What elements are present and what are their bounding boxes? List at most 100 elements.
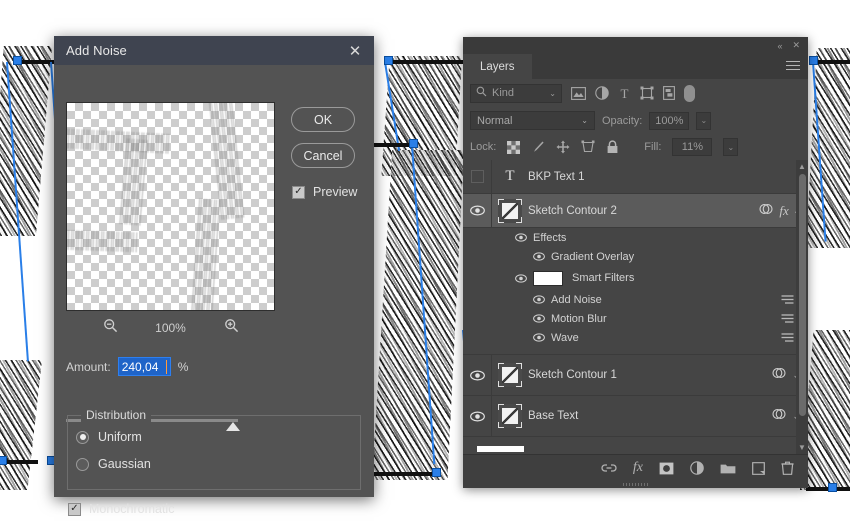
adjustment-layer-filter-icon[interactable] <box>595 86 609 100</box>
preview-checkbox-row[interactable]: ✓ Preview <box>292 185 357 199</box>
add-layer-mask-icon[interactable] <box>659 462 674 475</box>
new-layer-icon[interactable] <box>752 461 765 475</box>
layer-visibility-toggle[interactable] <box>463 355 492 395</box>
transform-handle[interactable] <box>13 56 22 65</box>
scrollbar-thumb[interactable] <box>799 174 806 416</box>
new-group-icon[interactable] <box>720 462 736 474</box>
layer-thumbnail[interactable] <box>492 198 528 223</box>
filter-settings-icon[interactable] <box>781 332 794 343</box>
scroll-down-icon[interactable]: ▼ <box>796 441 808 454</box>
opacity-input[interactable]: 100% <box>649 111 690 130</box>
collapse-panel-icon[interactable]: « <box>777 41 782 51</box>
eye-icon[interactable] <box>533 252 545 261</box>
smart-object-filter-icon[interactable] <box>663 86 675 100</box>
transform-edge[interactable] <box>385 60 463 64</box>
panel-tab-strip[interactable]: Layers <box>463 54 808 79</box>
smart-filter-motion-blur[interactable]: Motion Blur <box>463 309 808 328</box>
smart-filter-add-noise[interactable]: Add Noise <box>463 290 808 309</box>
tab-layers[interactable]: Layers <box>463 54 532 79</box>
layer-effects-group[interactable]: Effects <box>463 228 808 247</box>
eye-icon[interactable] <box>533 295 545 304</box>
opacity-stepper[interactable]: ⌄ <box>696 111 712 130</box>
filter-kind-select[interactable]: Kind ⌄ <box>470 83 562 103</box>
link-layers-icon[interactable] <box>601 463 617 473</box>
smart-filters-group[interactable]: Smart Filters <box>463 266 808 290</box>
smart-filter-mask-thumbnail[interactable] <box>533 270 563 286</box>
panel-resize-grip[interactable] <box>463 481 808 488</box>
eye-icon[interactable] <box>515 273 527 283</box>
close-panel-icon[interactable]: ✕ <box>792 40 800 51</box>
monochromatic-checkbox[interactable]: ✓ <box>68 502 81 516</box>
dialog-titlebar[interactable]: Add Noise ✕ <box>54 36 374 65</box>
radio-gaussian[interactable]: Gaussian <box>68 457 360 471</box>
layer-row-partial[interactable] <box>463 437 808 454</box>
lock-artboard-icon[interactable] <box>581 140 595 154</box>
hamburger-menu-icon[interactable] <box>786 61 800 73</box>
radio-uniform-icon[interactable] <box>76 430 89 444</box>
layer-thumbnail[interactable] <box>492 363 528 387</box>
chevron-down-icon[interactable]: ⌄ <box>549 89 556 98</box>
monochromatic-checkbox-row[interactable]: ✓ Monochromatic <box>68 502 174 516</box>
radio-gaussian-icon[interactable] <box>76 457 89 471</box>
layer-visibility-toggle[interactable] <box>463 194 492 227</box>
layer-visibility-toggle[interactable] <box>463 160 492 193</box>
layer-thumbnail[interactable]: T <box>492 168 528 185</box>
layer-thumbnail[interactable] <box>492 404 528 428</box>
fill-stepper[interactable]: ⌄ <box>723 138 739 156</box>
amount-control[interactable]: Amount: 240,04 % <box>66 357 188 376</box>
filter-enable-toggle[interactable] <box>684 84 695 102</box>
layer-list[interactable]: T BKP Text 1 Sketch Contour 2 fx Effects… <box>463 160 808 454</box>
blend-mode-row[interactable]: Normal ⌄ Opacity: 100% ⌄ <box>463 107 808 134</box>
effect-gradient-overlay[interactable]: Gradient Overlay <box>463 247 808 266</box>
layer-row-sketch-contour-1[interactable]: Sketch Contour 1 ⌄ <box>463 355 808 396</box>
transform-handle[interactable] <box>828 483 837 492</box>
layer-visibility-toggle[interactable] <box>463 396 492 436</box>
cancel-button[interactable]: Cancel <box>291 143 355 168</box>
transform-handle[interactable] <box>409 139 418 148</box>
chevron-down-icon[interactable]: ⌄ <box>581 116 588 125</box>
new-adjustment-layer-icon[interactable] <box>690 461 704 475</box>
filter-settings-icon[interactable] <box>781 294 794 305</box>
layer-list-scrollbar[interactable]: ▲ ▼ <box>796 160 808 454</box>
delete-layer-icon[interactable] <box>781 461 794 475</box>
type-layer-filter-icon[interactable]: T <box>618 87 631 100</box>
zoom-out-icon[interactable] <box>103 318 118 338</box>
transform-edge[interactable] <box>373 143 413 147</box>
close-icon[interactable]: ✕ <box>342 39 368 63</box>
eye-icon[interactable] <box>533 333 545 342</box>
layers-panel-toolbar[interactable]: fx <box>463 454 808 481</box>
radio-uniform[interactable]: Uniform <box>68 430 360 444</box>
lock-image-pixels-icon[interactable] <box>531 140 545 154</box>
eye-icon[interactable] <box>533 314 545 323</box>
layer-row-sketch-contour-2[interactable]: Sketch Contour 2 fx ˄ <box>463 194 808 228</box>
shape-layer-filter-icon[interactable] <box>640 86 654 100</box>
smart-filter-wave[interactable]: Wave <box>463 328 808 347</box>
layer-effects-badge[interactable]: fx <box>779 203 788 219</box>
lock-row[interactable]: Lock: Fill: 11% ⌄ <box>463 134 808 160</box>
layer-filter-row[interactable]: Kind ⌄ T <box>463 79 808 107</box>
layer-row-base-text[interactable]: Base Text ⌄ <box>463 396 808 437</box>
scroll-up-icon[interactable]: ▲ <box>796 160 808 173</box>
filter-settings-icon[interactable] <box>781 313 794 324</box>
preview-checkbox[interactable]: ✓ <box>292 185 305 199</box>
transform-handle[interactable] <box>432 468 441 477</box>
add-noise-dialog[interactable]: Add Noise ✕ 100% Amount: 240,04 % Distri… <box>54 36 374 516</box>
transform-handle[interactable] <box>0 456 7 465</box>
pixel-layer-filter-icon[interactable] <box>571 86 586 100</box>
ok-button[interactable]: OK <box>291 107 355 132</box>
panel-window-controls[interactable]: « ✕ <box>463 37 808 54</box>
eye-icon[interactable] <box>515 233 527 242</box>
layers-panel[interactable]: « ✕ Layers Kind ⌄ T Normal ⌄ Opacity: 10… <box>463 37 808 488</box>
layer-row-bkp-text-1[interactable]: T BKP Text 1 <box>463 160 808 194</box>
zoom-in-icon[interactable] <box>224 318 239 338</box>
transform-edge[interactable] <box>373 472 435 476</box>
amount-input[interactable]: 240,04 <box>117 357 171 376</box>
preview-zoom-controls[interactable]: 100% <box>66 317 275 339</box>
lock-position-icon[interactable] <box>556 140 570 154</box>
add-layer-style-icon[interactable]: fx <box>633 460 643 476</box>
blend-mode-select[interactable]: Normal ⌄ <box>470 111 595 130</box>
noise-preview-thumbnail[interactable] <box>66 102 275 311</box>
transform-handle[interactable] <box>384 56 393 65</box>
transform-handle[interactable] <box>809 56 818 65</box>
lock-transparent-pixels-icon[interactable] <box>507 140 521 154</box>
